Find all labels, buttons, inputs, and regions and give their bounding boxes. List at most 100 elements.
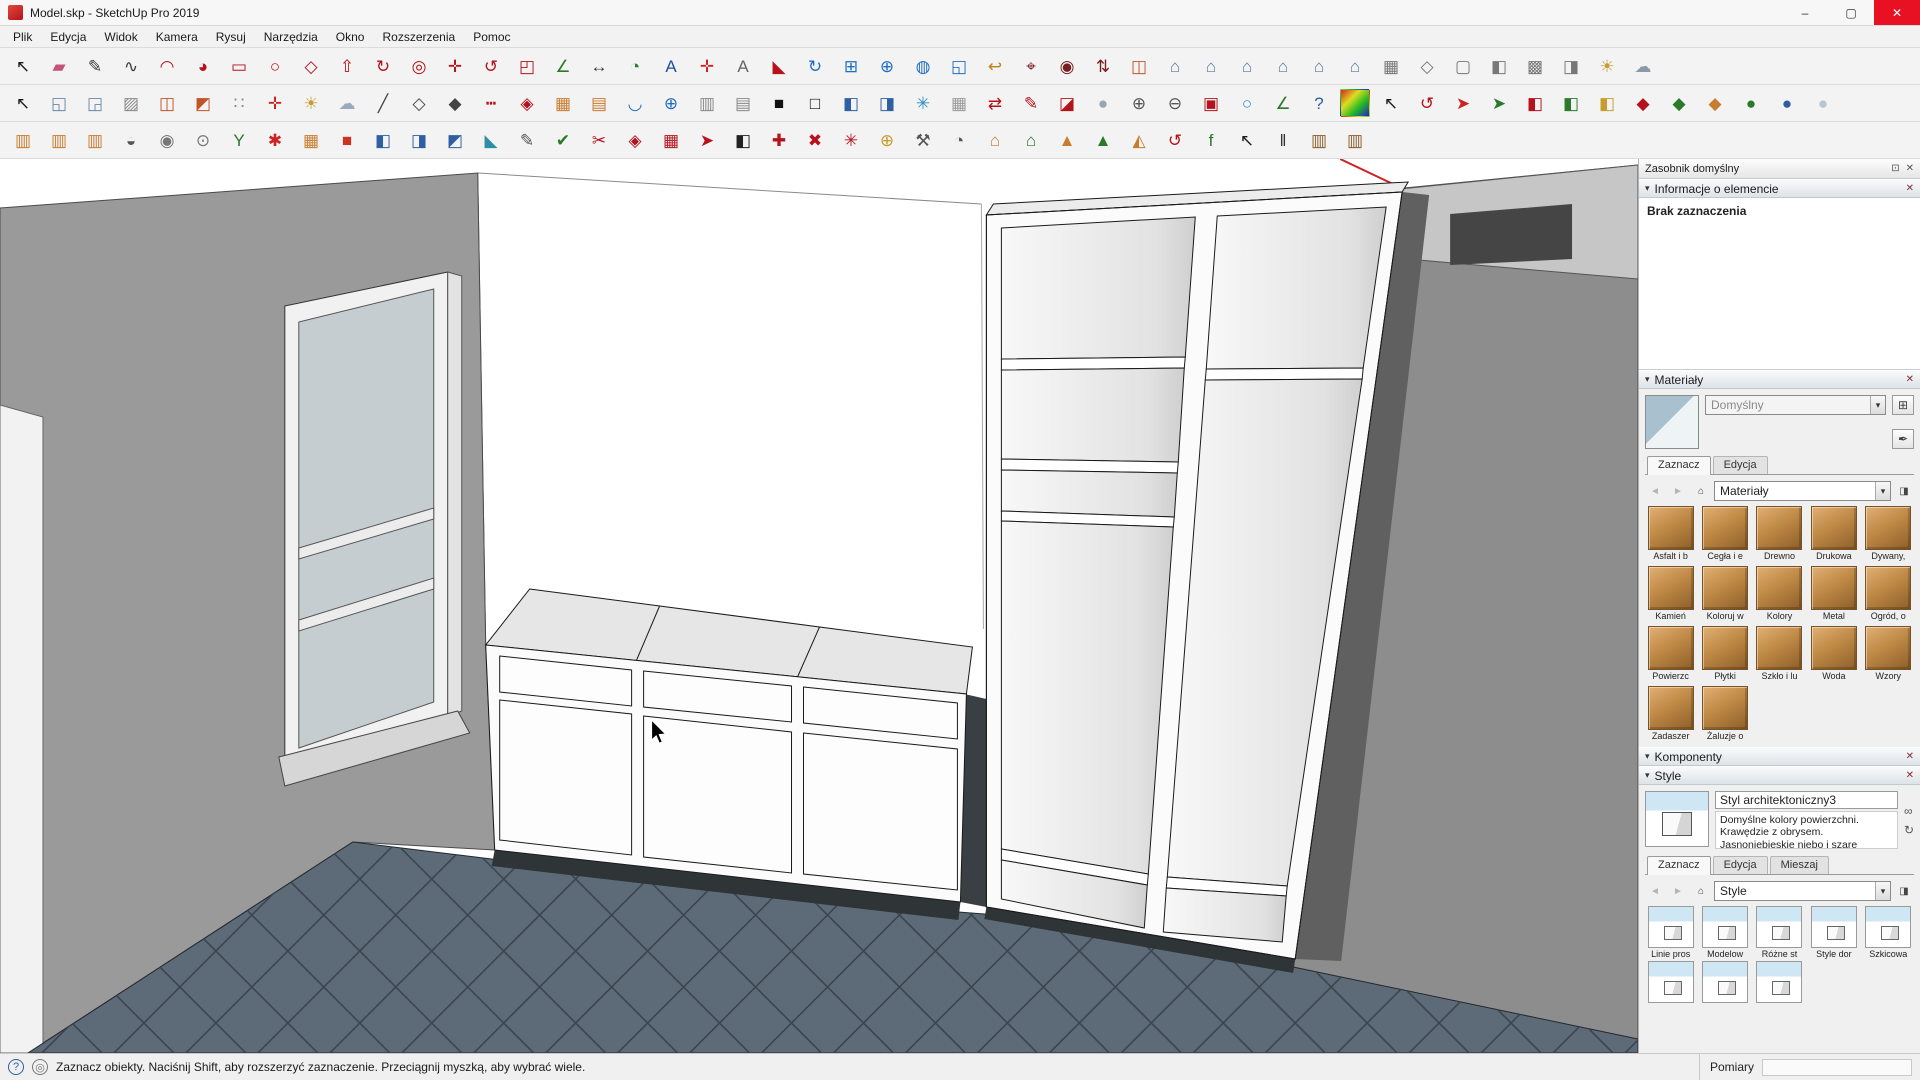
back-icon[interactable]: ◄ [1645, 481, 1665, 501]
green-y-button[interactable]: Y [224, 126, 254, 154]
lock-button[interactable]: ◉ [152, 126, 182, 154]
diamond-display-toggle[interactable]: ◈ [512, 89, 542, 117]
material-category[interactable]: Woda [1809, 626, 1859, 681]
freehand-tool[interactable]: ∿ [116, 52, 146, 80]
component-yellow-button[interactable]: ◧ [1592, 89, 1622, 117]
tab-styles-zaznacz[interactable]: Zaznacz [1647, 856, 1711, 875]
back-icon[interactable]: ◄ [1645, 881, 1665, 901]
zoom-in-button[interactable]: ⊕ [1124, 89, 1154, 117]
help-circle-icon[interactable]: ? [8, 1059, 24, 1075]
pin-icon[interactable]: ⊡ [1891, 163, 1899, 174]
grid-display-button[interactable]: ▥ [692, 89, 722, 117]
terrain-green-button[interactable]: ▲ [1088, 126, 1118, 154]
droplet-tool-button[interactable]: ○ [1232, 89, 1262, 117]
array-tool-button[interactable]: ▣ [1196, 89, 1226, 117]
roof-green-button[interactable]: ⌂ [1016, 126, 1046, 154]
material-category[interactable]: Kolory [1754, 566, 1804, 621]
red-tile-button[interactable]: ■ [332, 126, 362, 154]
collapse-icon[interactable]: ▾ [1645, 374, 1650, 385]
orbit-tool[interactable]: ↻ [800, 52, 830, 80]
left-view-button[interactable]: ⌂ [1340, 52, 1370, 80]
cube-green-button[interactable]: ◆ [1664, 89, 1694, 117]
bw-contrast-button[interactable]: ◧ [728, 126, 758, 154]
style-item[interactable] [1754, 961, 1804, 1003]
material-category[interactable]: Wzory [1863, 626, 1913, 681]
tab-materials-zaznacz[interactable]: Zaznacz [1647, 456, 1711, 475]
red-diamond-button[interactable]: ◈ [620, 126, 650, 154]
blue-panel-2-button[interactable]: ◨ [404, 126, 434, 154]
sphere-light-button[interactable]: ● [1808, 89, 1838, 117]
polygon-tool[interactable]: ◇ [296, 52, 326, 80]
materials-rainbow-button[interactable] [1340, 89, 1370, 117]
move-tool[interactable]: ✛ [440, 52, 470, 80]
guides-toggle[interactable]: ∷ [224, 89, 254, 117]
check-button[interactable]: ✔ [548, 126, 578, 154]
offset-tool[interactable]: ◎ [404, 52, 434, 80]
sphere-green-button[interactable]: ● [1736, 89, 1766, 117]
fx-button[interactable]: f [1196, 126, 1226, 154]
geolocation-icon[interactable]: ◎ [32, 1059, 48, 1075]
shaded-mode-button[interactable]: ◧ [1484, 52, 1514, 80]
secondary-pane-icon[interactable]: ◨ [1894, 481, 1914, 501]
scale-tool[interactable]: ◰ [512, 52, 542, 80]
material-category[interactable]: Asfalt i b [1646, 506, 1696, 561]
sample-paint-button[interactable]: ✒ [1892, 429, 1914, 449]
material-category[interactable]: Ogród, o [1863, 566, 1913, 621]
rotate-tool[interactable]: ↺ [476, 52, 506, 80]
left-trim[interactable] [0, 405, 43, 1053]
layers-panel-button[interactable]: ▤ [728, 89, 758, 117]
crate-tool-button[interactable]: ▥ [8, 126, 38, 154]
rotate-ccw-button[interactable]: ↺ [1412, 89, 1442, 117]
section-header-element-info[interactable]: ▾ Informacje o elemencie ✕ [1639, 179, 1920, 198]
axes-toggle[interactable]: ✛ [260, 89, 290, 117]
tab-materials-edycja[interactable]: Edycja [1713, 456, 1768, 474]
blue-panel-button[interactable]: ◧ [368, 126, 398, 154]
textured-mode-button[interactable]: ▩ [1520, 52, 1550, 80]
style-preview-thumbnail[interactable] [1645, 791, 1709, 847]
material-category[interactable]: Dywany, [1863, 506, 1913, 561]
sphere-blue-button[interactable]: ● [1772, 89, 1802, 117]
minimize-button[interactable]: – [1782, 0, 1828, 25]
cursor-button[interactable]: ↖ [1232, 126, 1262, 154]
line-tool[interactable]: ✎ [80, 52, 110, 80]
component-green-button[interactable]: ◧ [1556, 89, 1586, 117]
anchor-button[interactable]: ⊙ [188, 126, 218, 154]
fog-dialog-button[interactable]: ☁ [332, 89, 362, 117]
zoom-tool[interactable]: ⊕ [872, 52, 902, 80]
zoom-extents-tool[interactable]: ◱ [944, 52, 974, 80]
menu-narzedzia[interactable]: Narzędzia [255, 26, 327, 48]
follow-me-tool[interactable]: ↻ [368, 52, 398, 80]
red-arrow-button[interactable]: ➤ [692, 126, 722, 154]
snowflake-plugin-button[interactable]: ✳ [908, 89, 938, 117]
red-star-button[interactable]: ✳ [836, 126, 866, 154]
gear-button[interactable]: ✱ [260, 126, 290, 154]
style-item[interactable]: Modelow [1700, 906, 1750, 959]
edge-style-button[interactable]: ╱ [368, 89, 398, 117]
window[interactable] [279, 272, 470, 786]
paint-bucket-tool[interactable]: ◣ [764, 52, 794, 80]
style-item[interactable]: Szkicowa [1863, 906, 1913, 959]
home-icon[interactable]: ⌂ [1691, 881, 1711, 901]
axes-tool[interactable]: ✛ [692, 52, 722, 80]
red-pencil-button[interactable]: ✎ [1016, 89, 1046, 117]
material-category[interactable]: Powierzc [1646, 626, 1696, 681]
rotate-red-button[interactable]: ↺ [1160, 126, 1190, 154]
grid-plugin-button[interactable]: ▦ [944, 89, 974, 117]
section-header-materials[interactable]: ▾ Materiały ✕ [1639, 370, 1920, 389]
box-edit-2-button[interactable]: ▥ [1340, 126, 1370, 154]
collapse-icon[interactable]: ▾ [1645, 183, 1650, 194]
inference-magnet-button[interactable]: ◡ [620, 89, 650, 117]
material-category[interactable]: Kamień [1646, 566, 1696, 621]
orange-grid-button[interactable]: ▦ [296, 126, 326, 154]
cube-red-button[interactable]: ◆ [1628, 89, 1658, 117]
forward-icon[interactable]: ► [1668, 481, 1688, 501]
pyramid-button[interactable]: ◭ [1124, 126, 1154, 154]
style-item[interactable]: Linie pros [1646, 906, 1696, 959]
styles-collection-dropdown[interactable]: Style ▾ [1714, 881, 1891, 901]
depth-cue-toggle[interactable]: ◆ [440, 89, 470, 117]
menu-okno[interactable]: Okno [327, 26, 374, 48]
pause-button[interactable]: ‖ [1268, 126, 1298, 154]
surface-back-style-button[interactable]: ◲ [80, 89, 110, 117]
box-edit-button[interactable]: ▥ [1304, 126, 1334, 154]
x-ray-mode-button[interactable]: ▦ [1376, 52, 1406, 80]
